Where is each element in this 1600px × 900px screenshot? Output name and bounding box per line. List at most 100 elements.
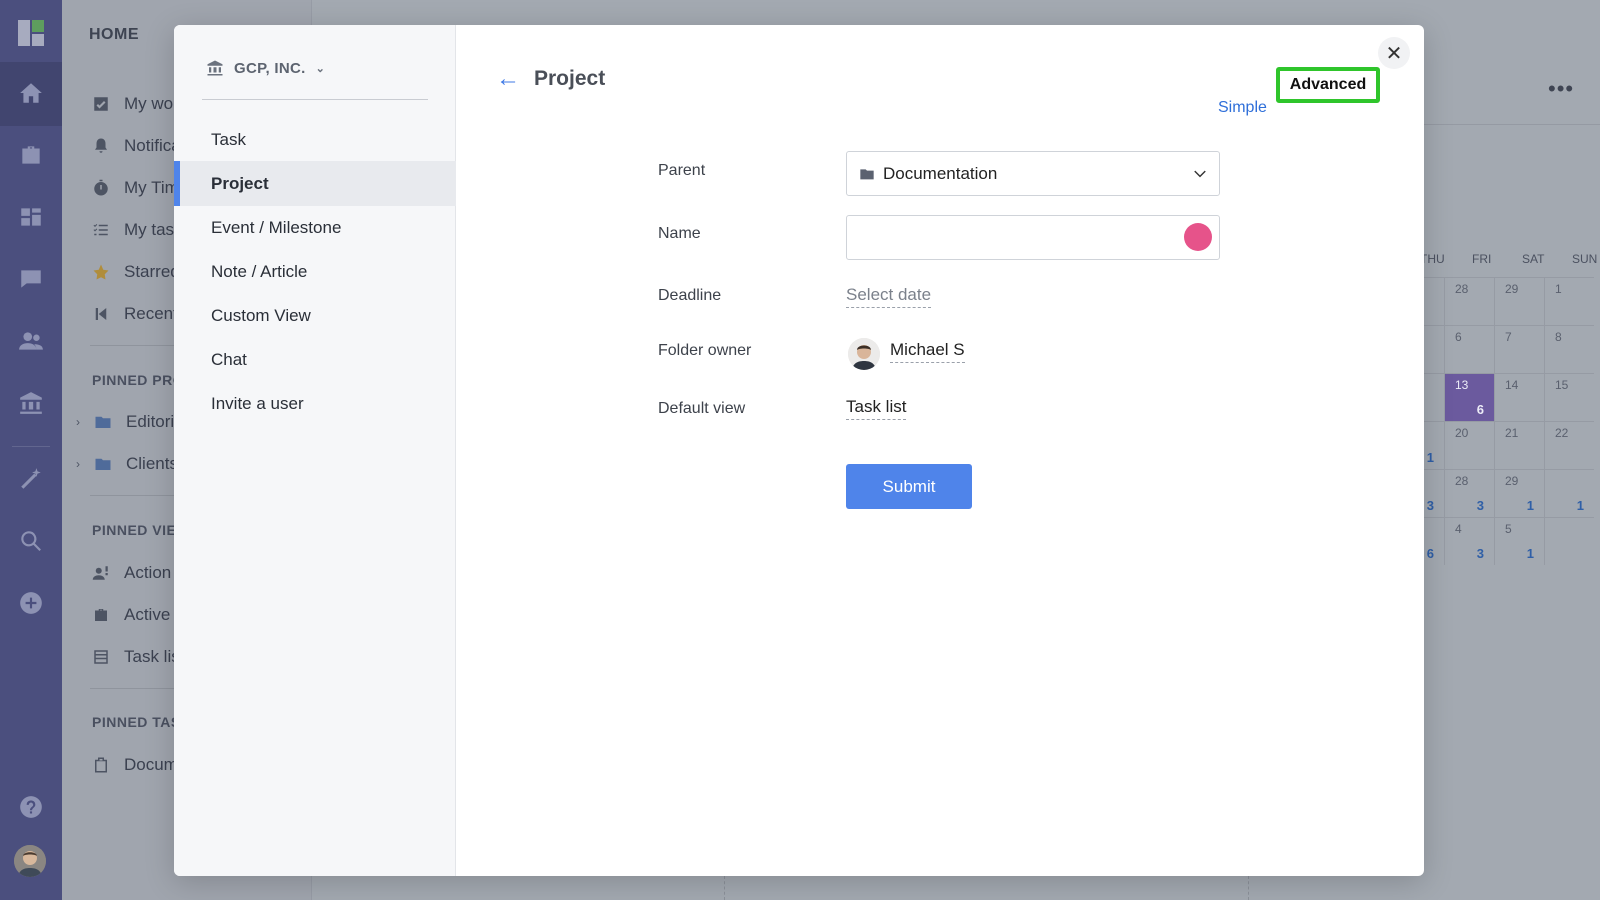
- app-rail: [0, 0, 62, 900]
- calendar-day-cell[interactable]: 21: [1494, 421, 1544, 469]
- chat-icon[interactable]: [18, 266, 44, 292]
- calendar-day-cell[interactable]: 6: [1444, 325, 1494, 373]
- calendar-task-count: 6: [1426, 546, 1434, 561]
- magic-wand-icon[interactable]: [18, 466, 44, 492]
- calendar-day-cell[interactable]: 15: [1544, 373, 1594, 421]
- calendar-day-number: 21: [1505, 426, 1519, 440]
- calendar-day-number: 4: [1455, 522, 1462, 536]
- calendar-task-count: 6: [1476, 402, 1484, 417]
- calendar-day-cell[interactable]: 14: [1494, 373, 1544, 421]
- table-icon: [92, 648, 110, 666]
- calendar-day-cell[interactable]: 1: [1544, 469, 1594, 517]
- sidebar-title: HOME: [89, 26, 139, 43]
- org-selector[interactable]: GCP, INC. ⌄: [206, 59, 325, 77]
- chevron-down-icon: [1194, 170, 1206, 177]
- calendar-day-number: 6: [1455, 330, 1462, 344]
- calendar-task-count: 3: [1476, 498, 1484, 513]
- calendar-day-number: 14: [1505, 378, 1519, 392]
- more-options-icon[interactable]: •••: [1548, 76, 1574, 102]
- calendar-day-cell[interactable]: 7: [1494, 325, 1544, 373]
- parent-label: Parent: [658, 162, 706, 179]
- calendar-day-number: 22: [1555, 426, 1569, 440]
- owner-avatar: [848, 338, 880, 370]
- checkbox-icon: [92, 95, 110, 113]
- calendar-day-number: 20: [1455, 426, 1469, 440]
- calendar-task-count: 1: [1576, 498, 1584, 513]
- folder-icon: [860, 168, 874, 179]
- calendar-day-cell[interactable]: [1544, 517, 1594, 565]
- home-icon[interactable]: [18, 80, 44, 106]
- name-input[interactable]: [846, 215, 1220, 260]
- calendar-day-number: 15: [1555, 378, 1569, 392]
- calendar-day-cell[interactable]: 13 6: [1444, 373, 1494, 421]
- calendar-day-cell[interactable]: 1: [1544, 277, 1594, 325]
- calendar-day-cell[interactable]: 43: [1444, 517, 1494, 565]
- tasklist-icon: [92, 221, 110, 239]
- submit-button[interactable]: Submit: [846, 464, 972, 509]
- calendar-day-cell[interactable]: 8: [1544, 325, 1594, 373]
- calendar-task-count: 3: [1476, 546, 1484, 561]
- calendar-day-cell[interactable]: 29: [1494, 277, 1544, 325]
- simple-mode-link[interactable]: Simple: [1218, 99, 1267, 117]
- parent-value: Documentation: [883, 163, 998, 183]
- name-label: Name: [658, 225, 701, 242]
- calendar-day-header: SAT: [1522, 252, 1545, 266]
- advanced-mode-button[interactable]: Advanced: [1276, 67, 1380, 103]
- users-icon[interactable]: [18, 328, 44, 354]
- calendar-task-count: 1: [1526, 546, 1534, 561]
- folder-owner-label: Folder owner: [658, 342, 752, 359]
- calendar-day-number: 7: [1505, 330, 1512, 344]
- calendar-day-number: 28: [1455, 282, 1469, 296]
- create-modal: GCP, INC. ⌄ Task Project Event / Milesto…: [174, 25, 1424, 876]
- org-name: GCP, INC.: [234, 59, 306, 77]
- timer-icon: [92, 179, 110, 197]
- calendar-day-cell[interactable]: 51: [1494, 517, 1544, 565]
- add-icon[interactable]: [18, 590, 44, 616]
- nav-item-custom-view[interactable]: Custom View: [174, 293, 456, 338]
- calendar-day-number: 1: [1555, 282, 1562, 296]
- back-arrow-icon[interactable]: ←: [496, 67, 520, 91]
- default-view-selector[interactable]: Task list: [846, 397, 907, 420]
- modal-header: ← Project: [496, 67, 605, 91]
- recent-icon: [92, 305, 110, 323]
- nav-item-invite-user[interactable]: Invite a user: [174, 381, 456, 426]
- nav-item-note-article[interactable]: Note / Article: [174, 249, 456, 294]
- calendar-day-number: 8: [1555, 330, 1562, 344]
- briefcase-icon: [92, 606, 110, 624]
- dashboard-icon[interactable]: [18, 204, 44, 230]
- calendar-day-cell[interactable]: 22: [1544, 421, 1594, 469]
- user-alert-icon: [92, 564, 110, 582]
- briefcase-icon[interactable]: [18, 142, 44, 168]
- modal-nav: GCP, INC. ⌄ Task Project Event / Milesto…: [174, 25, 456, 876]
- help-icon[interactable]: [18, 794, 44, 820]
- calendar-day-number: 29: [1505, 282, 1519, 296]
- calendar-day-cell[interactable]: 20: [1444, 421, 1494, 469]
- calendar-day-cell[interactable]: 29 1: [1494, 469, 1544, 517]
- close-icon[interactable]: ✕: [1378, 37, 1410, 69]
- parent-select[interactable]: Documentation: [846, 151, 1220, 196]
- calendar-day-number: 28: [1455, 474, 1469, 488]
- calendar-task-count: 1: [1526, 498, 1534, 513]
- folder-owner-selector[interactable]: Michael S: [890, 340, 965, 363]
- app-logo[interactable]: [18, 20, 44, 46]
- nav-item-task[interactable]: Task: [174, 117, 456, 162]
- calendar-day-cell[interactable]: 28 3: [1444, 469, 1494, 517]
- user-avatar[interactable]: [14, 845, 46, 877]
- calendar-day-cell[interactable]: 28: [1444, 277, 1494, 325]
- folder-icon: [94, 413, 112, 431]
- deadline-date-picker[interactable]: Select date: [846, 285, 932, 308]
- nav-item-chat[interactable]: Chat: [174, 337, 456, 382]
- nav-item-event-milestone[interactable]: Event / Milestone: [174, 205, 456, 250]
- search-icon[interactable]: [18, 528, 44, 554]
- calendar-day-number: 29: [1505, 474, 1519, 488]
- calendar-task-count: 3: [1426, 498, 1434, 513]
- bank-icon[interactable]: [18, 390, 44, 416]
- calendar-day-header: FRI: [1472, 252, 1492, 266]
- color-picker-dot[interactable]: [1184, 223, 1212, 251]
- chevron-down-icon: ⌄: [315, 62, 326, 75]
- calendar-day-number: 13: [1455, 378, 1469, 392]
- nav-item-project[interactable]: Project: [174, 161, 456, 206]
- deadline-label: Deadline: [658, 287, 722, 304]
- modal-title: Project: [534, 67, 606, 90]
- folder-icon: [94, 455, 112, 473]
